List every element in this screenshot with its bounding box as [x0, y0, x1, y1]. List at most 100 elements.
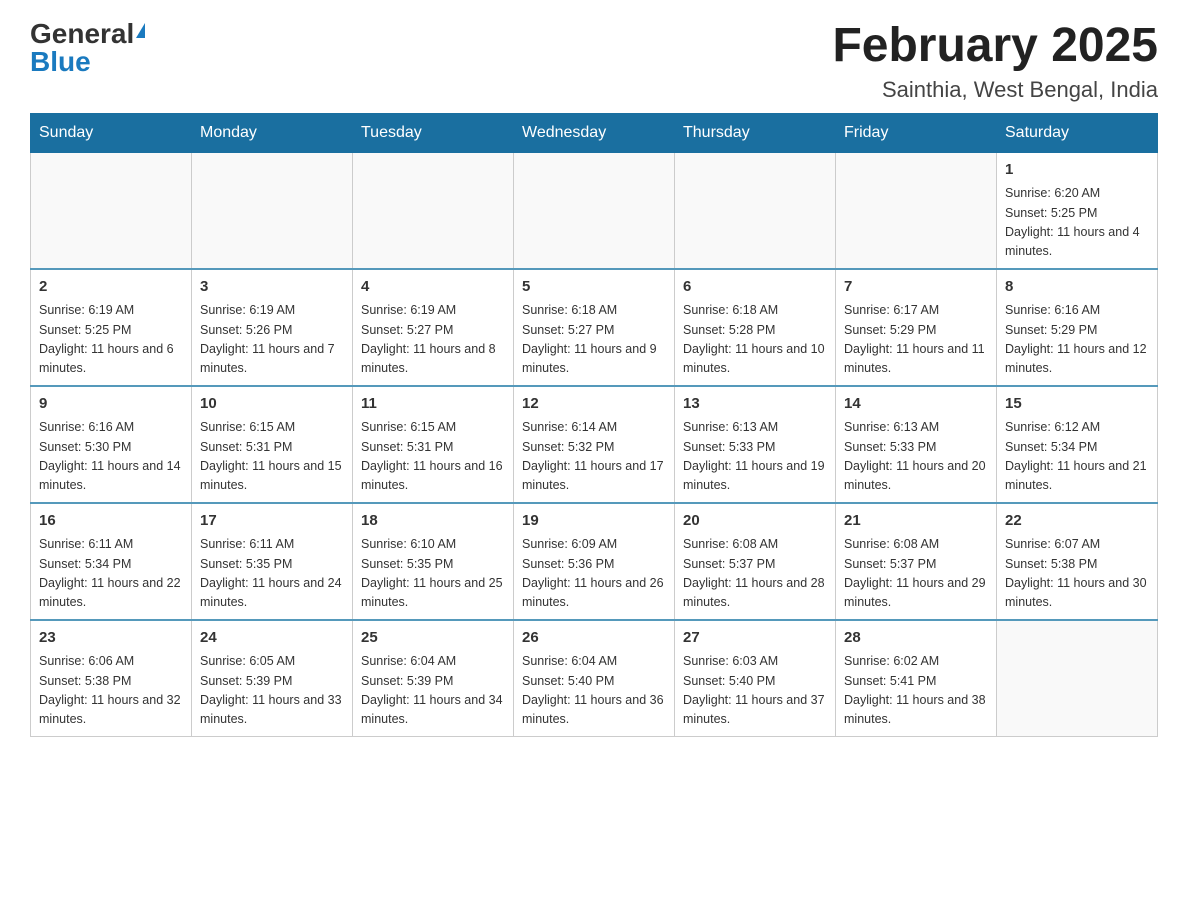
- calendar-cell: 19Sunrise: 6:09 AMSunset: 5:36 PMDayligh…: [514, 503, 675, 620]
- weekday-header-row: SundayMondayTuesdayWednesdayThursdayFrid…: [31, 113, 1158, 152]
- logo-blue-text: Blue: [30, 48, 91, 76]
- day-info: Sunrise: 6:20 AMSunset: 5:25 PMDaylight:…: [1005, 184, 1149, 262]
- day-info: Sunrise: 6:09 AMSunset: 5:36 PMDaylight:…: [522, 535, 666, 613]
- calendar-title: February 2025: [832, 20, 1158, 73]
- day-info: Sunrise: 6:16 AMSunset: 5:29 PMDaylight:…: [1005, 301, 1149, 379]
- calendar-cell: 9Sunrise: 6:16 AMSunset: 5:30 PMDaylight…: [31, 386, 192, 503]
- day-number: 20: [683, 510, 827, 533]
- calendar-cell: [353, 152, 514, 269]
- calendar-cell: [31, 152, 192, 269]
- day-number: 19: [522, 510, 666, 533]
- page-header: General Blue February 2025 Sainthia, Wes…: [30, 20, 1158, 103]
- calendar-cell: 2Sunrise: 6:19 AMSunset: 5:25 PMDaylight…: [31, 269, 192, 386]
- calendar-cell: [192, 152, 353, 269]
- day-info: Sunrise: 6:07 AMSunset: 5:38 PMDaylight:…: [1005, 535, 1149, 613]
- day-info: Sunrise: 6:06 AMSunset: 5:38 PMDaylight:…: [39, 652, 183, 730]
- title-block: February 2025 Sainthia, West Bengal, Ind…: [832, 20, 1158, 103]
- day-info: Sunrise: 6:11 AMSunset: 5:34 PMDaylight:…: [39, 535, 183, 613]
- day-info: Sunrise: 6:11 AMSunset: 5:35 PMDaylight:…: [200, 535, 344, 613]
- day-number: 1: [1005, 159, 1149, 182]
- calendar-cell: 13Sunrise: 6:13 AMSunset: 5:33 PMDayligh…: [675, 386, 836, 503]
- calendar-cell: [997, 620, 1158, 737]
- weekday-header-friday: Friday: [836, 113, 997, 152]
- calendar-cell: 6Sunrise: 6:18 AMSunset: 5:28 PMDaylight…: [675, 269, 836, 386]
- calendar-week-row: 2Sunrise: 6:19 AMSunset: 5:25 PMDaylight…: [31, 269, 1158, 386]
- day-info: Sunrise: 6:08 AMSunset: 5:37 PMDaylight:…: [844, 535, 988, 613]
- day-info: Sunrise: 6:04 AMSunset: 5:39 PMDaylight:…: [361, 652, 505, 730]
- day-info: Sunrise: 6:03 AMSunset: 5:40 PMDaylight:…: [683, 652, 827, 730]
- calendar-cell: 23Sunrise: 6:06 AMSunset: 5:38 PMDayligh…: [31, 620, 192, 737]
- day-number: 3: [200, 276, 344, 299]
- calendar-table: SundayMondayTuesdayWednesdayThursdayFrid…: [30, 113, 1158, 737]
- day-number: 28: [844, 627, 988, 650]
- calendar-cell: 20Sunrise: 6:08 AMSunset: 5:37 PMDayligh…: [675, 503, 836, 620]
- calendar-cell: 27Sunrise: 6:03 AMSunset: 5:40 PMDayligh…: [675, 620, 836, 737]
- calendar-week-row: 9Sunrise: 6:16 AMSunset: 5:30 PMDaylight…: [31, 386, 1158, 503]
- day-info: Sunrise: 6:02 AMSunset: 5:41 PMDaylight:…: [844, 652, 988, 730]
- calendar-cell: 22Sunrise: 6:07 AMSunset: 5:38 PMDayligh…: [997, 503, 1158, 620]
- day-info: Sunrise: 6:19 AMSunset: 5:27 PMDaylight:…: [361, 301, 505, 379]
- day-number: 2: [39, 276, 183, 299]
- calendar-cell: [675, 152, 836, 269]
- calendar-cell: [514, 152, 675, 269]
- logo-general-text: General: [30, 20, 134, 48]
- logo-triangle-icon: [136, 23, 145, 38]
- day-number: 24: [200, 627, 344, 650]
- day-number: 16: [39, 510, 183, 533]
- day-info: Sunrise: 6:18 AMSunset: 5:28 PMDaylight:…: [683, 301, 827, 379]
- calendar-cell: 21Sunrise: 6:08 AMSunset: 5:37 PMDayligh…: [836, 503, 997, 620]
- day-info: Sunrise: 6:17 AMSunset: 5:29 PMDaylight:…: [844, 301, 988, 379]
- calendar-cell: 16Sunrise: 6:11 AMSunset: 5:34 PMDayligh…: [31, 503, 192, 620]
- weekday-header-saturday: Saturday: [997, 113, 1158, 152]
- day-number: 12: [522, 393, 666, 416]
- day-info: Sunrise: 6:13 AMSunset: 5:33 PMDaylight:…: [683, 418, 827, 496]
- day-number: 4: [361, 276, 505, 299]
- calendar-cell: 8Sunrise: 6:16 AMSunset: 5:29 PMDaylight…: [997, 269, 1158, 386]
- calendar-subtitle: Sainthia, West Bengal, India: [832, 77, 1158, 103]
- weekday-header-thursday: Thursday: [675, 113, 836, 152]
- calendar-cell: 28Sunrise: 6:02 AMSunset: 5:41 PMDayligh…: [836, 620, 997, 737]
- calendar-week-row: 23Sunrise: 6:06 AMSunset: 5:38 PMDayligh…: [31, 620, 1158, 737]
- calendar-cell: 14Sunrise: 6:13 AMSunset: 5:33 PMDayligh…: [836, 386, 997, 503]
- day-number: 6: [683, 276, 827, 299]
- day-info: Sunrise: 6:16 AMSunset: 5:30 PMDaylight:…: [39, 418, 183, 496]
- calendar-week-row: 16Sunrise: 6:11 AMSunset: 5:34 PMDayligh…: [31, 503, 1158, 620]
- day-info: Sunrise: 6:14 AMSunset: 5:32 PMDaylight:…: [522, 418, 666, 496]
- calendar-cell: 15Sunrise: 6:12 AMSunset: 5:34 PMDayligh…: [997, 386, 1158, 503]
- day-number: 22: [1005, 510, 1149, 533]
- calendar-cell: 25Sunrise: 6:04 AMSunset: 5:39 PMDayligh…: [353, 620, 514, 737]
- logo: General Blue: [30, 20, 145, 76]
- calendar-cell: 1Sunrise: 6:20 AMSunset: 5:25 PMDaylight…: [997, 152, 1158, 269]
- day-number: 18: [361, 510, 505, 533]
- day-number: 15: [1005, 393, 1149, 416]
- weekday-header-monday: Monday: [192, 113, 353, 152]
- day-info: Sunrise: 6:04 AMSunset: 5:40 PMDaylight:…: [522, 652, 666, 730]
- calendar-cell: 5Sunrise: 6:18 AMSunset: 5:27 PMDaylight…: [514, 269, 675, 386]
- calendar-cell: 7Sunrise: 6:17 AMSunset: 5:29 PMDaylight…: [836, 269, 997, 386]
- calendar-cell: 12Sunrise: 6:14 AMSunset: 5:32 PMDayligh…: [514, 386, 675, 503]
- calendar-cell: 11Sunrise: 6:15 AMSunset: 5:31 PMDayligh…: [353, 386, 514, 503]
- day-number: 7: [844, 276, 988, 299]
- day-number: 26: [522, 627, 666, 650]
- day-info: Sunrise: 6:10 AMSunset: 5:35 PMDaylight:…: [361, 535, 505, 613]
- weekday-header-wednesday: Wednesday: [514, 113, 675, 152]
- calendar-cell: 26Sunrise: 6:04 AMSunset: 5:40 PMDayligh…: [514, 620, 675, 737]
- day-number: 13: [683, 393, 827, 416]
- day-info: Sunrise: 6:18 AMSunset: 5:27 PMDaylight:…: [522, 301, 666, 379]
- day-number: 27: [683, 627, 827, 650]
- calendar-cell: 4Sunrise: 6:19 AMSunset: 5:27 PMDaylight…: [353, 269, 514, 386]
- day-number: 23: [39, 627, 183, 650]
- calendar-cell: 18Sunrise: 6:10 AMSunset: 5:35 PMDayligh…: [353, 503, 514, 620]
- weekday-header-tuesday: Tuesday: [353, 113, 514, 152]
- day-number: 10: [200, 393, 344, 416]
- day-info: Sunrise: 6:05 AMSunset: 5:39 PMDaylight:…: [200, 652, 344, 730]
- day-info: Sunrise: 6:12 AMSunset: 5:34 PMDaylight:…: [1005, 418, 1149, 496]
- day-info: Sunrise: 6:19 AMSunset: 5:25 PMDaylight:…: [39, 301, 183, 379]
- calendar-cell: 17Sunrise: 6:11 AMSunset: 5:35 PMDayligh…: [192, 503, 353, 620]
- day-info: Sunrise: 6:15 AMSunset: 5:31 PMDaylight:…: [361, 418, 505, 496]
- day-info: Sunrise: 6:13 AMSunset: 5:33 PMDaylight:…: [844, 418, 988, 496]
- day-number: 17: [200, 510, 344, 533]
- calendar-cell: 24Sunrise: 6:05 AMSunset: 5:39 PMDayligh…: [192, 620, 353, 737]
- day-info: Sunrise: 6:15 AMSunset: 5:31 PMDaylight:…: [200, 418, 344, 496]
- day-number: 21: [844, 510, 988, 533]
